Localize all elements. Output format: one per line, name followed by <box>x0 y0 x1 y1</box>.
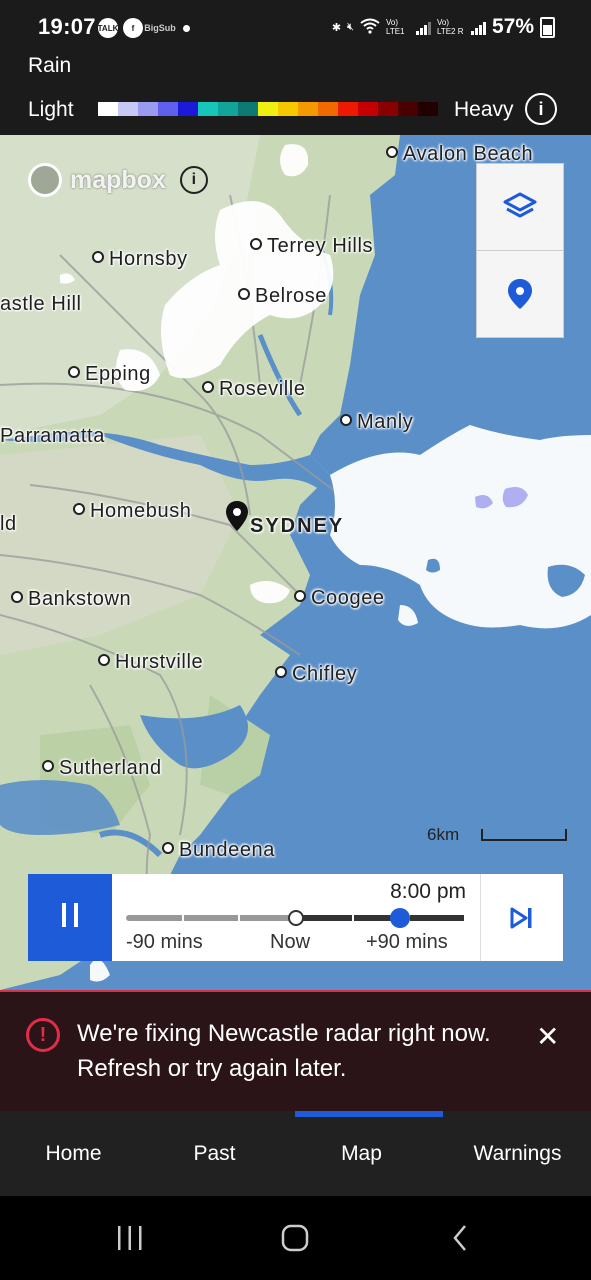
recent-apps-icon <box>118 1226 142 1250</box>
facebook-notification-icon: f <box>123 18 143 38</box>
place-label: ld <box>0 513 17 535</box>
pause-button[interactable] <box>28 874 112 961</box>
sim1-label: Vo) LTE1 <box>385 18 405 36</box>
back-chevron-icon <box>453 1225 466 1251</box>
talk-notification-icon: TALK <box>98 18 118 38</box>
place-label: Hornsby <box>92 248 188 271</box>
mute-icon: 🔇︎ <box>347 20 354 33</box>
scale-swatch <box>118 102 138 116</box>
now-label: Now <box>270 931 311 953</box>
layers-icon <box>503 192 537 218</box>
scale-swatch <box>378 102 398 116</box>
close-icon[interactable]: ✕ <box>536 1020 559 1053</box>
skip-forward-icon <box>510 907 532 928</box>
scale-swatch <box>178 102 198 116</box>
system-navigation-bar <box>0 1196 591 1280</box>
scale-swatch <box>418 102 438 116</box>
scale-swatch <box>318 102 338 116</box>
nav-map[interactable]: Map <box>288 1111 435 1196</box>
legend-info-icon[interactable]: i <box>525 93 557 125</box>
mapbox-logo-icon <box>28 163 62 197</box>
signal-sim2-icon <box>470 19 486 35</box>
battery-icon <box>540 16 555 38</box>
radar-map[interactable]: mapbox i Avalon Beach Terrey Hills Horns… <box>0 135 591 990</box>
bottom-navigation: Home Past Map Warnings <box>0 1111 591 1196</box>
legend-title: Rain <box>28 54 72 77</box>
place-label: Chifley <box>275 663 357 686</box>
battery-percent: 57% <box>491 15 534 38</box>
layers-button[interactable] <box>477 164 563 250</box>
place-label: Coogee <box>294 587 385 610</box>
scale-swatch <box>218 102 238 116</box>
system-status-icons: ✱ 🔇︎ Vo) LTE1 Vo) LTE2 R 57% <box>332 15 555 39</box>
pause-icon <box>58 903 82 932</box>
scale-swatch <box>278 102 298 116</box>
rain-legend: Rain Light Heavy i <box>0 52 591 135</box>
time-slider[interactable]: 8:00 pm -90 mins Now +90 mins <box>112 874 481 961</box>
current-time-label: 8:00 pm <box>390 880 466 903</box>
scale-swatch <box>258 102 278 116</box>
city-label: SYDNEY <box>250 515 345 537</box>
place-label: Sutherland <box>42 757 162 780</box>
place-label: Belrose <box>238 285 327 308</box>
map-controls <box>476 163 564 338</box>
place-label: astle Hill <box>0 293 82 315</box>
skip-to-end-button[interactable] <box>481 874 563 961</box>
place-label: Epping <box>68 363 151 386</box>
place-label: Roseville <box>202 378 306 401</box>
scale-swatch <box>98 102 118 116</box>
scale-swatch <box>138 102 158 116</box>
clock: 19:07 <box>38 14 96 39</box>
signal-sim1-icon <box>415 19 431 35</box>
scale-swatch <box>338 102 358 116</box>
back-button[interactable] <box>440 1196 480 1280</box>
radar-timeline: 8:00 pm -90 mins Now +90 mins <box>28 874 563 961</box>
app-notification-icon: BigSub <box>144 23 176 33</box>
nav-warnings[interactable]: Warnings <box>444 1111 591 1196</box>
recent-apps-button[interactable] <box>104 1196 156 1280</box>
more-notifications-dot-icon <box>183 24 190 32</box>
mapbox-wordmark: mapbox <box>70 165 166 194</box>
sydney-location-pin-icon <box>226 501 248 536</box>
map-scale-bar <box>481 829 567 841</box>
rain-intensity-scale <box>98 102 438 116</box>
map-scale-label: 6km <box>427 825 460 844</box>
map-scale: 6km <box>427 825 567 845</box>
scale-swatch <box>398 102 418 116</box>
notification-icons: TALK f BigSub <box>98 18 190 38</box>
error-banner: ! We're fixing Newcastle radar right now… <box>0 990 591 1113</box>
error-message: We're fixing Newcastle radar right now. … <box>77 1020 491 1082</box>
home-circle-icon <box>281 1224 309 1252</box>
home-system-button[interactable] <box>270 1196 320 1280</box>
place-label: Hurstville <box>98 651 203 674</box>
nav-past[interactable]: Past <box>141 1111 288 1196</box>
location-pin-icon <box>508 279 532 309</box>
place-label: Homebush <box>73 500 192 523</box>
sim2-label: Vo) LTE2 R <box>436 18 464 36</box>
place-label: Bundeena <box>162 839 275 862</box>
place-label: Terrey Hills <box>250 235 373 258</box>
now-marker <box>288 910 304 926</box>
wifi-icon <box>360 18 380 37</box>
status-bar: 19:07 TALK f BigSub ✱ 🔇︎ Vo) LTE1 Vo) LT… <box>0 0 591 52</box>
mapbox-attribution[interactable]: mapbox i <box>28 163 208 197</box>
scale-swatch <box>158 102 178 116</box>
my-location-button[interactable] <box>477 250 563 337</box>
start-time-label: -90 mins <box>126 931 203 953</box>
nav-home[interactable]: Home <box>0 1111 147 1196</box>
scale-swatch <box>358 102 378 116</box>
place-label: Manly <box>340 411 413 434</box>
bluetooth-icon: ✱ <box>331 21 342 34</box>
scale-swatch <box>198 102 218 116</box>
place-label: Parramatta <box>0 425 105 447</box>
place-label: Bankstown <box>11 588 131 611</box>
map-info-icon[interactable]: i <box>179 166 208 194</box>
legend-light-label: Light <box>28 98 74 121</box>
legend-heavy-label: Heavy <box>454 98 514 121</box>
slider-thumb[interactable] <box>389 908 410 928</box>
scale-swatch <box>298 102 318 116</box>
end-time-label: +90 mins <box>366 931 448 953</box>
scale-swatch <box>238 102 258 116</box>
error-icon: ! <box>26 1018 60 1052</box>
